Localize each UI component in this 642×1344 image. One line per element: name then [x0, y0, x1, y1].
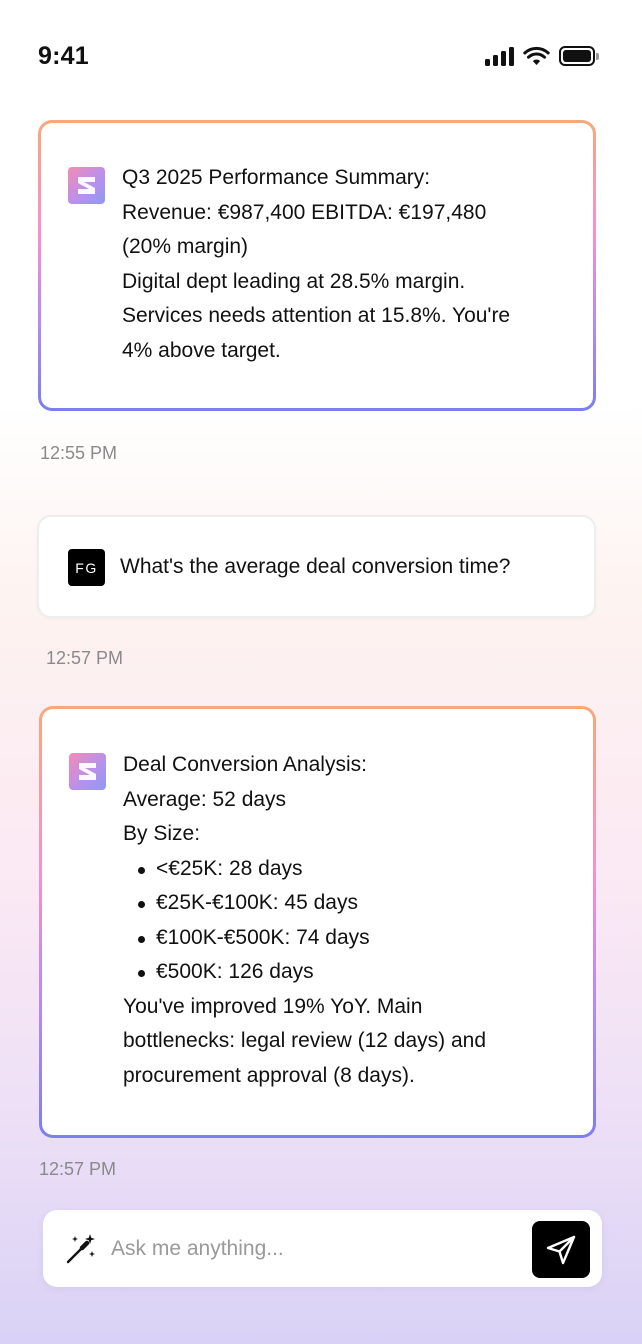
bullet-item: €100K-€500K: 74 days	[135, 921, 573, 956]
chat-composer	[43, 1210, 602, 1287]
bullet-item: <€25K: 28 days	[135, 852, 573, 887]
bullet-item: €500K: 126 days	[135, 955, 573, 990]
send-button[interactable]	[532, 1221, 590, 1278]
message-line: Q3 2025 Performance Summary:	[122, 166, 431, 189]
assistant-message-text: Q3 2025 Performance Summary: Revenue: €9…	[122, 161, 572, 368]
battery-icon	[559, 46, 599, 66]
message-line: Services needs attention at 15.8%. You'r…	[122, 304, 511, 327]
user-avatar: FG	[68, 549, 105, 586]
assistant-message-text: Deal Conversion Analysis: Average: 52 da…	[123, 748, 573, 1093]
assistant-message-card: Deal Conversion Analysis: Average: 52 da…	[39, 706, 596, 1138]
assistant-message-card: Q3 2025 Performance Summary: Revenue: €9…	[38, 120, 596, 411]
magic-wand-icon[interactable]	[63, 1231, 99, 1267]
app-logo-icon	[69, 753, 106, 790]
signal-icon	[485, 46, 514, 66]
status-bar: 9:41	[0, 0, 642, 116]
message-line: You've improved 19% YoY. Main	[123, 994, 423, 1018]
message-timestamp: 12:55 PM	[40, 443, 118, 463]
status-icons	[485, 46, 599, 66]
chat-input[interactable]	[111, 1232, 511, 1266]
bullet-list: <€25K: 28 days €25K-€100K: 45 days €100K…	[123, 852, 573, 990]
message-line: (20% margin)	[122, 235, 249, 258]
message-timestamp: 12:57 PM	[46, 648, 124, 668]
message-line: Deal Conversion Analysis:	[123, 753, 367, 776]
user-message-text: What's the average deal conversion time?	[120, 555, 511, 578]
message-line: Revenue: €987,400 EBITDA: €197,480	[122, 200, 487, 224]
message-line: procurement approval (8 days).	[123, 1063, 415, 1087]
status-time: 9:41	[38, 42, 89, 70]
message-line: By Size:	[123, 822, 201, 845]
send-icon	[546, 1235, 576, 1264]
bullet-item: €25K-€100K: 45 days	[135, 886, 573, 921]
wifi-icon	[523, 46, 550, 65]
message-timestamp: 12:57 PM	[39, 1159, 117, 1179]
message-line: Average: 52 days	[123, 787, 287, 811]
message-line: Digital dept leading at 28.5% margin.	[122, 269, 466, 293]
user-message-card: FG What's the average deal conversion ti…	[37, 515, 596, 618]
message-line: 4% above target.	[122, 338, 281, 362]
app-logo-icon	[68, 167, 105, 204]
message-line: bottlenecks: legal review (12 days) and	[123, 1029, 487, 1052]
